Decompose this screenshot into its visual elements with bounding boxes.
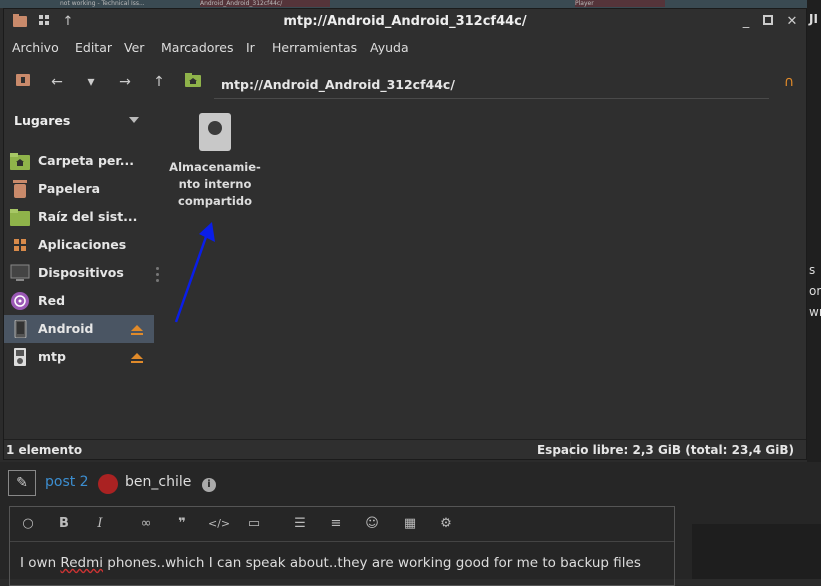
file-label-line: compartido [178, 194, 252, 208]
post-link[interactable]: post 2 [45, 474, 89, 490]
sidebar-item-label: Red [38, 293, 66, 308]
minimize-icon[interactable]: _ [738, 14, 754, 30]
forum-reply-area: ✎ post 2 ben_chile i ○ B I ∞ ❞ </> ▭ ☰ ≡… [0, 462, 821, 586]
quote-bubble-icon[interactable]: ○ [18, 515, 38, 533]
file-item-internal-storage[interactable]: Almacenamie- nto interno compartido [169, 113, 261, 210]
bold-icon[interactable]: B [54, 515, 74, 533]
editor-text-end: phones..which I can speak about..they ar… [102, 555, 641, 571]
sidebar-item-label: Dispositivos [38, 265, 124, 280]
post-editor: ○ B I ∞ ❞ </> ▭ ☰ ≡ ☺ ▦ ⚙ I own Redmi ph… [9, 506, 675, 586]
misspelled-word: Redmi [60, 555, 103, 571]
sidebar-item-android[interactable]: Android [4, 315, 154, 343]
toolbar: ← ▾ → ↑ mtp://Android_Android_312cf44c/ … [4, 64, 806, 100]
location-text: mtp://Android_Android_312cf44c/ [221, 77, 455, 92]
eject-icon[interactable] [131, 324, 143, 335]
menu-ir[interactable]: Ir [246, 40, 255, 55]
calendar-icon[interactable]: ▦ [400, 515, 420, 533]
desktop-taskbar-strip: not working - Technical Iss... Android_A… [0, 0, 821, 8]
maximize-icon[interactable] [760, 14, 776, 30]
edit-pencil-icon[interactable]: ✎ [8, 470, 36, 496]
file-manager-window: ↑ mtp://Android_Android_312cf44c/ _ ✕ Ar… [3, 8, 807, 460]
free-space: Espacio libre: 2,3 GiB (total: 23,4 GiB) [536, 443, 794, 457]
background-text: JI [809, 12, 818, 26]
background-tab[interactable]: not working - Technical Iss... [60, 0, 190, 7]
numbered-list-icon[interactable]: ≡ [326, 515, 346, 533]
annotation-arrow-icon [174, 222, 215, 323]
image-icon[interactable]: ▭ [244, 515, 264, 533]
code-icon[interactable]: </> [208, 515, 230, 533]
places-sidebar: Lugares Carpeta per... Papelera Raíz del… [4, 105, 154, 440]
menu-herramientas[interactable]: Herramientas [272, 40, 357, 55]
status-bar: 1 elemento Espacio libre: 2,3 GiB (total… [4, 439, 806, 460]
background-tab[interactable]: Player [575, 0, 665, 7]
background-tab[interactable]: Android_Android_312cf44c/ [200, 0, 330, 7]
title-bar[interactable]: ↑ mtp://Android_Android_312cf44c/ _ ✕ [4, 9, 806, 35]
network-icon [10, 292, 29, 310]
bullet-list-icon[interactable]: ☰ [290, 515, 310, 533]
sidebar-item-devices[interactable]: Dispositivos [4, 259, 154, 287]
forward-icon[interactable]: → [116, 73, 134, 91]
sidebar-item-network[interactable]: Red [4, 287, 154, 315]
sidebar-item-mtp[interactable]: mtp [4, 343, 154, 371]
sidebar-item-home[interactable]: Carpeta per... [4, 147, 154, 175]
avatar[interactable] [98, 474, 118, 494]
apps-icon [10, 236, 28, 254]
sidebar-header: Lugares [14, 113, 71, 128]
sidebar-item-label: Aplicaciones [38, 237, 127, 252]
history-dropdown-icon[interactable]: ▾ [82, 73, 100, 91]
file-label-line: nto interno [178, 177, 252, 191]
sidebar-item-apps[interactable]: Aplicaciones [4, 231, 154, 259]
back-icon[interactable]: ← [48, 73, 66, 91]
menu-ver[interactable]: Ver [124, 40, 144, 55]
chevron-down-icon[interactable] [129, 117, 139, 123]
window-title: mtp://Android_Android_312cf44c/ [283, 14, 527, 29]
sidebar-item-label: Android [38, 321, 94, 336]
info-icon[interactable]: i [202, 478, 216, 492]
file-item-label: Almacenamie- nto interno compartido [169, 159, 261, 210]
editor-divider [10, 541, 674, 542]
close-icon[interactable]: ✕ [784, 14, 800, 30]
menu-bar: Archivo Editar Ver Marcadores Ir Herrami… [4, 37, 806, 59]
eject-icon[interactable] [131, 352, 143, 363]
menu-archivo[interactable]: Archivo [12, 40, 59, 55]
sidebar-item-trash[interactable]: Papelera [4, 175, 154, 203]
gear-icon[interactable]: ⚙ [436, 515, 456, 533]
sidebar-item-root[interactable]: Raíz del sist... [4, 203, 154, 231]
trash-icon [10, 180, 28, 198]
side-panel [692, 524, 821, 579]
home-folder-icon [10, 152, 30, 170]
phone-icon [10, 319, 28, 339]
drive-icon [199, 113, 231, 151]
sidebar-item-label: Raíz del sist... [38, 209, 138, 224]
sidebar-toggle-icon[interactable] [14, 73, 32, 91]
blockquote-icon[interactable]: ❞ [172, 515, 192, 533]
background-text: on [809, 284, 821, 298]
sidebar-item-label: Papelera [38, 181, 101, 196]
link-icon[interactable]: ∞ [136, 515, 156, 533]
monitor-icon [10, 264, 30, 282]
file-label-line: Almacenamie- [169, 160, 261, 174]
menu-ayuda[interactable]: Ayuda [370, 40, 409, 55]
folder-icon [10, 208, 30, 226]
sidebar-item-label: Carpeta per... [38, 153, 135, 168]
username[interactable]: ben_chile [125, 474, 191, 490]
file-view: Almacenamie- nto interno compartido [159, 105, 806, 440]
background-text: s [809, 263, 816, 277]
background-text: wn [809, 305, 821, 319]
menu-marcadores[interactable]: Marcadores [161, 40, 234, 55]
editor-text[interactable]: I own Redmi phones..which I can speak ab… [20, 555, 641, 571]
location-bar[interactable]: mtp://Android_Android_312cf44c/ [214, 70, 769, 99]
item-count: 1 elemento [6, 443, 83, 457]
home-icon[interactable] [184, 73, 202, 91]
editor-text-start: I own [20, 555, 61, 571]
emoji-icon[interactable]: ☺ [362, 515, 382, 533]
refresh-icon[interactable]: ∩ [780, 73, 798, 91]
sidebar-item-label: mtp [38, 349, 66, 364]
up-icon[interactable]: ↑ [150, 73, 168, 91]
background-window: JI s on wn [807, 0, 821, 470]
media-player-icon [10, 348, 28, 366]
menu-editar[interactable]: Editar [75, 40, 112, 55]
italic-icon[interactable]: I [90, 515, 110, 533]
